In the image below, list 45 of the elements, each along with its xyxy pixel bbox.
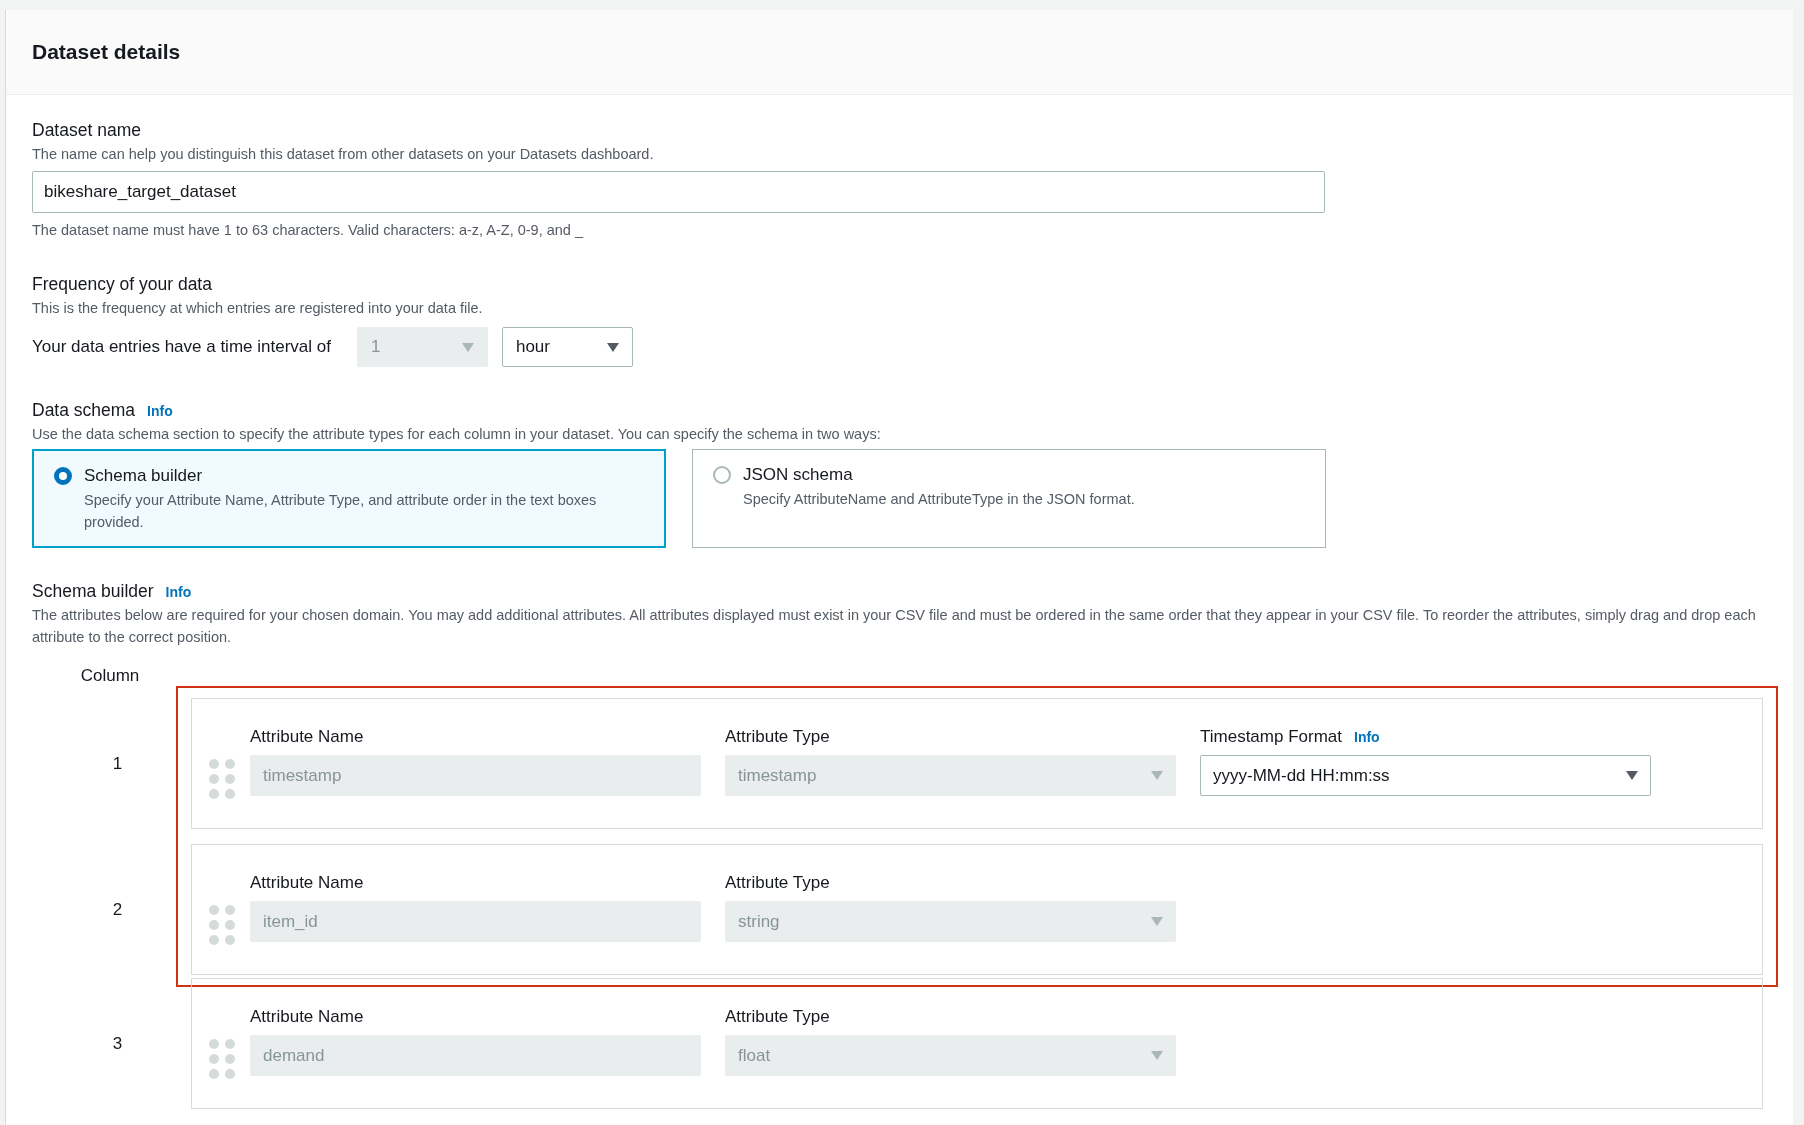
field-label: Attribute Type — [725, 872, 830, 894]
dataset-name-field[interactable]: bikeshare_target_dataset — [32, 171, 1325, 213]
info-link[interactable]: Info — [1354, 729, 1380, 745]
field-label: Timestamp Format — [1200, 726, 1342, 748]
field-label: Schema builder — [32, 580, 154, 603]
caret-icon — [461, 342, 474, 352]
schema-option-tile[interactable]: Schema builder Specify your Attribute Name, Attribute Type, and attribute order in the text boxes provided. — [32, 449, 666, 548]
option-title: JSON schema — [743, 464, 854, 486]
column-number: 1 — [112, 753, 123, 773]
panel-title: Dataset details — [32, 40, 181, 64]
caret-icon — [1626, 771, 1638, 780]
info-link[interactable]: Info — [147, 403, 173, 419]
option-description: Specify AttributeName and AttributeType in the JSON format. — [743, 490, 1135, 509]
field-label: Frequency of your data — [32, 273, 213, 296]
column-header: Column — [80, 666, 140, 685]
drag-handle-icon[interactable] — [209, 1039, 235, 1079]
column-number: 2 — [112, 899, 123, 919]
field-label: Attribute Name — [250, 1006, 364, 1028]
field-description: This is the frequency at which entries are registered into your data file. — [32, 299, 484, 318]
field-description: The name can help you distinguish this dataset from other datasets on your Datasets dashboard. — [32, 145, 655, 164]
unit-dropdown[interactable]: hour — [501, 327, 633, 367]
option-description: Specify your Attribute Name, Attribute Type, and attribute order in the text boxes provided. — [84, 491, 598, 532]
dropdown[interactable]: yyyy-MM-dd HH:mm:ss — [1200, 755, 1651, 796]
field-description: The attributes below are required for your chosen domain. You may add additional attributes. All attributes displayed must exist in your CSV file and must be ordered in the same order that they appear in your CSV file. To reorder the attributes, simply drag and drop each attribute to the correct position. — [32, 606, 1757, 647]
schema-option-tile[interactable]: JSON schema Specify AttributeName and AttributeType in the JSON format. — [692, 449, 1326, 548]
field-description: Use the data schema section to specify the attribute types for each column in your dataset. You can specify the schema in two ways: — [32, 425, 882, 444]
constraint-text: The dataset name must have 1 to 63 characters. Valid characters: a-z, A-Z, 0-9, and _ — [32, 221, 585, 240]
interval-label: Your data entries have a time interval of — [32, 337, 331, 357]
caret-icon — [1151, 1051, 1163, 1060]
radio-button[interactable] — [713, 466, 731, 484]
drag-handle-icon[interactable] — [209, 759, 235, 799]
caret-icon — [1151, 917, 1163, 926]
field-label: Attribute Name — [250, 872, 364, 894]
info-link[interactable]: Info — [165, 584, 192, 600]
field-label: Attribute Name — [250, 726, 364, 748]
field-label: Dataset name — [32, 119, 142, 142]
field-label: Data schema — [32, 399, 136, 422]
drag-handle-icon[interactable] — [209, 905, 235, 945]
caret-icon — [606, 342, 619, 352]
caret-icon — [1151, 771, 1163, 780]
field-label: Attribute Type — [725, 726, 830, 748]
radio-button[interactable] — [54, 467, 72, 485]
field-label: Attribute Type — [725, 1006, 830, 1028]
column-number: 3 — [112, 1033, 123, 1053]
option-title: Schema builder — [84, 465, 204, 487]
